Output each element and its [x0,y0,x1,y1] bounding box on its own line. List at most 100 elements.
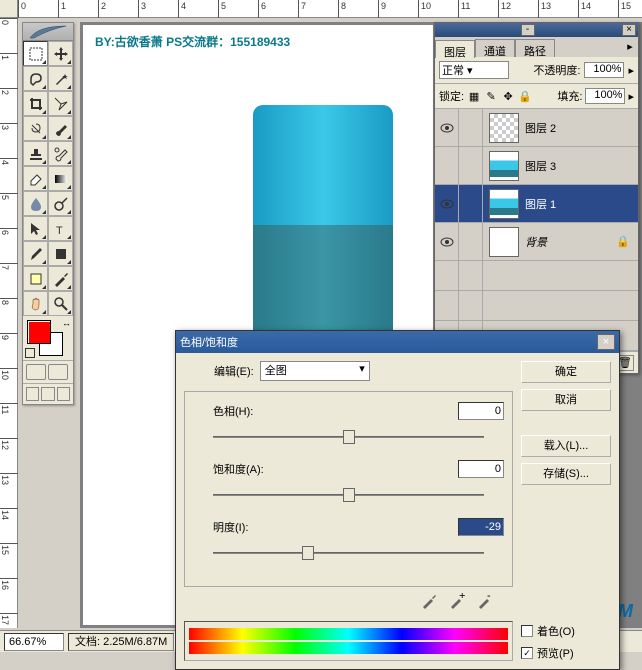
saturation-handle[interactable] [343,488,355,502]
ok-button[interactable]: 确定 [521,361,611,383]
panel-titlebar[interactable]: - × [435,23,638,37]
visibility-toggle[interactable] [435,147,459,185]
fill-value: 100% [594,89,622,101]
saturation-label: 饱和度(A): [193,461,283,477]
visibility-toggle[interactable] [435,223,459,261]
screen-full-button[interactable] [57,387,70,401]
fill-input[interactable]: 100% [585,88,625,104]
tab-channels[interactable]: 通道 [475,39,515,57]
load-button[interactable]: 载入(L)... [521,435,611,457]
tool-type[interactable]: T [48,216,73,241]
visibility-toggle[interactable] [435,185,459,223]
opacity-input[interactable]: 100% [584,62,624,78]
standard-mode-button[interactable] [26,364,46,380]
dialog-titlebar[interactable]: 色相/饱和度 × [176,331,619,353]
edit-select[interactable]: 全图 ▾ [260,361,370,381]
layer-thumbnail[interactable] [489,151,519,181]
save-button[interactable]: 存储(S)... [521,463,611,485]
lock-position-icon[interactable]: ✥ [501,89,515,103]
lock-fill-row: 锁定: ▦ ✎ ✥ 🔒 填充: 100% ▸ [435,84,638,109]
tool-path-select[interactable] [23,216,48,241]
screen-standard-button[interactable] [26,387,39,401]
tab-layers[interactable]: 图层 [435,40,475,58]
tool-shape[interactable] [48,241,73,266]
svg-text:T: T [56,225,63,237]
panel-menu-button[interactable]: ▸ [622,37,638,57]
layer-row[interactable]: 图层 2 [435,109,638,147]
lightness-slider[interactable] [213,544,484,564]
saturation-input[interactable] [458,460,504,478]
gradient-bar-bottom [189,642,508,654]
doc-info[interactable]: 文档: 2.25M/6.87M [68,633,174,651]
hue-input[interactable] [458,402,504,420]
layer-thumbnail[interactable] [489,189,519,219]
eyedropper-icon[interactable] [421,593,437,609]
link-col[interactable] [459,147,483,185]
quickmask-row [23,360,73,383]
hue-saturation-dialog: 色相/饱和度 × 编辑(E): 全图 ▾ 色相(H): 饱和度(A): [175,330,620,670]
layer-row[interactable]: 图层 1 [435,185,638,223]
hue-slider[interactable] [213,428,484,448]
layer-thumbnail[interactable] [489,113,519,143]
panel-close-button[interactable]: × [622,24,636,36]
lightness-input[interactable] [458,518,504,536]
saturation-slider[interactable] [213,486,484,506]
dialog-close-button[interactable]: × [597,334,615,350]
tool-pen[interactable] [23,241,48,266]
tool-gradient[interactable] [48,166,73,191]
tool-zoom[interactable] [48,291,73,316]
tool-hand[interactable] [23,291,48,316]
colorize-checkbox-row[interactable]: 着色(O) [521,623,611,639]
tool-eyedropper[interactable] [48,266,73,291]
layer-row[interactable]: 图层 3 [435,147,638,185]
tool-blur[interactable] [23,191,48,216]
doc-label: 文档: [75,636,100,648]
link-col[interactable] [459,185,483,223]
svg-text:-: - [487,593,491,602]
lightness-handle[interactable] [302,546,314,560]
tool-dodge[interactable] [48,191,73,216]
lock-all-icon[interactable]: 🔒 [518,89,532,103]
lightness-label: 明度(I): [193,519,283,535]
toolbox-header[interactable] [23,23,73,41]
tool-history-brush[interactable] [48,141,73,166]
tool-heal[interactable] [23,116,48,141]
hue-handle[interactable] [343,430,355,444]
eyedropper-add-icon[interactable]: + [449,593,465,609]
tool-marquee[interactable] [23,41,48,66]
lock-pixels-icon[interactable]: ✎ [484,89,498,103]
swap-colors-icon[interactable]: ↔ [62,318,71,328]
link-col[interactable] [459,109,483,147]
visibility-toggle[interactable] [435,109,459,147]
quickmask-mode-button[interactable] [48,364,68,380]
screenmode-row [23,383,73,404]
tool-stamp[interactable] [23,141,48,166]
colorize-checkbox[interactable] [521,625,533,637]
tool-slice[interactable] [48,91,73,116]
tool-brush[interactable] [48,116,73,141]
default-colors-icon[interactable] [25,348,35,358]
panel-minimize-button[interactable]: - [521,24,535,36]
blend-mode-select[interactable]: 正常 ▾ [439,61,509,79]
preview-checkbox[interactable]: ✓ [521,647,533,659]
screen-full-menu-button[interactable] [41,387,54,401]
zoom-input[interactable]: 66.67% [4,633,64,651]
preview-checkbox-row[interactable]: ✓ 预览(P) [521,645,611,661]
tool-magic-wand[interactable] [48,66,73,91]
lock-transparency-icon[interactable]: ▦ [467,89,481,103]
doc-size: 2.25M/6.87M [103,636,167,648]
cancel-button[interactable]: 取消 [521,389,611,411]
eyedropper-subtract-icon[interactable]: - [477,593,493,609]
tool-move[interactable] [48,41,73,66]
layer-row[interactable]: 背景🔒 [435,223,638,261]
fill-arrow-icon[interactable]: ▸ [628,90,634,103]
tab-paths[interactable]: 路径 [515,39,555,57]
tool-lasso[interactable] [23,66,48,91]
tool-notes[interactable] [23,266,48,291]
fg-color-swatch[interactable] [27,320,51,344]
layer-thumbnail[interactable] [489,227,519,257]
tool-crop[interactable] [23,91,48,116]
link-col[interactable] [459,223,483,261]
opacity-arrow-icon[interactable]: ▸ [628,64,634,77]
tool-eraser[interactable] [23,166,48,191]
